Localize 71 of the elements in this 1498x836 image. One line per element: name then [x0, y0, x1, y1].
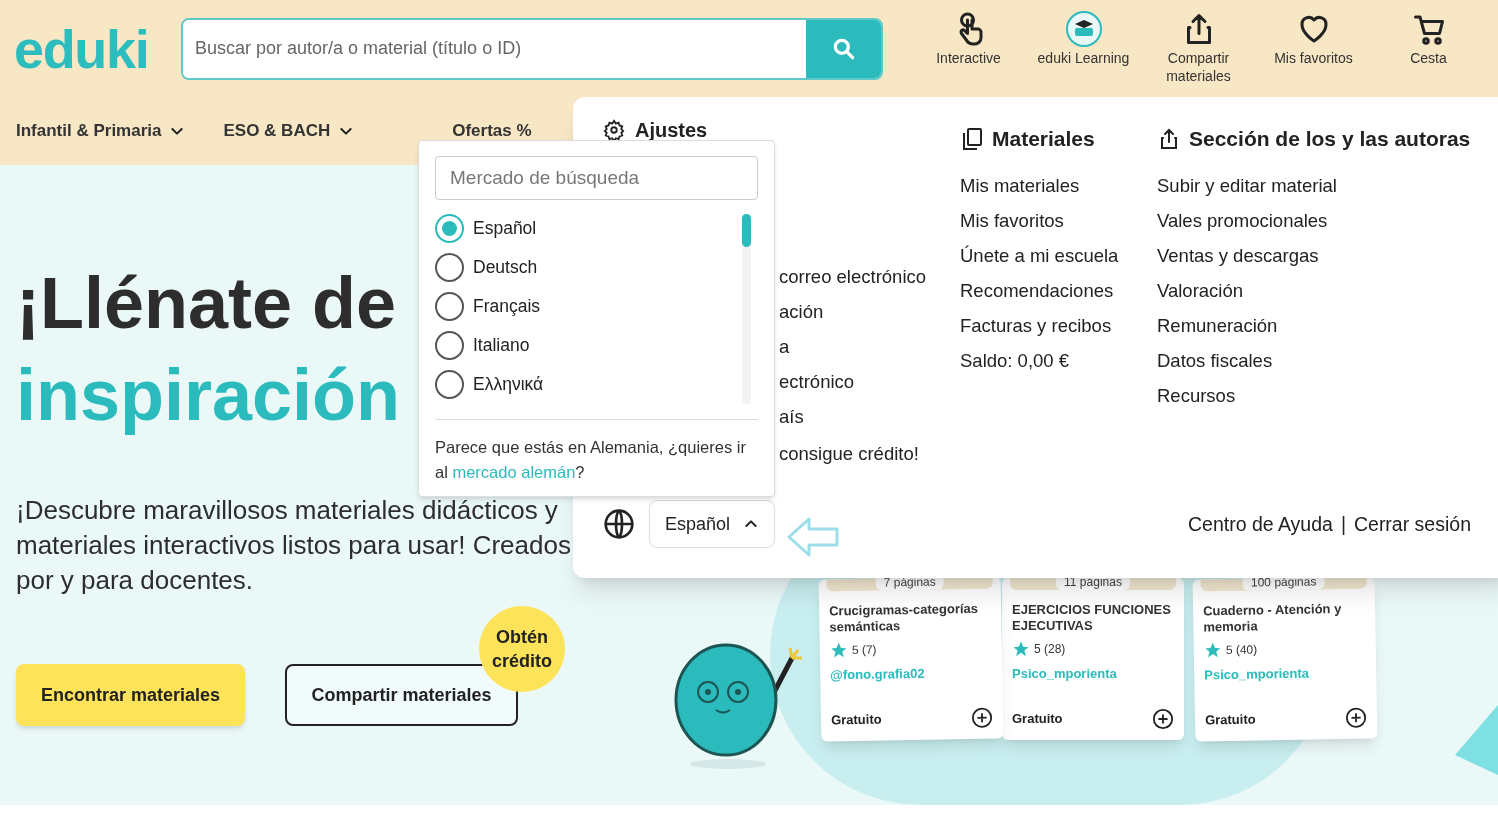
market-option[interactable]: Français	[435, 292, 742, 321]
menu-link[interactable]: Datos fiscales	[1157, 342, 1273, 378]
copy-icon	[960, 126, 984, 151]
rating-text: 5 (40)	[1225, 641, 1258, 660]
market-option[interactable]: Ελληνικά	[435, 370, 742, 399]
header-nav-link[interactable]: Mis favoritos	[1256, 10, 1371, 91]
menu-link[interactable]: consigue crédito!	[779, 436, 919, 471]
category-nav-link[interactable]: Ofertas %	[452, 118, 532, 144]
hero-title: inspiración	[16, 354, 401, 437]
card-title: Crucigramas-categorías semánticas	[829, 600, 980, 636]
menu-link[interactable]: Saldo: 0,00 €	[960, 342, 1070, 378]
market-option[interactable]: Español	[435, 214, 742, 243]
add-circle-icon[interactable]	[970, 706, 994, 729]
menu-link[interactable]: ectrónico	[779, 364, 855, 399]
search-field[interactable]: Buscar por autor/a o material (título o ID)	[181, 17, 883, 80]
market-search-field[interactable]: Mercado de búsqueda	[435, 156, 758, 200]
menu-link[interactable]: Subir y editar material	[1157, 167, 1337, 203]
price-text: Gratuito	[1204, 710, 1256, 730]
star-icon	[829, 641, 848, 660]
gear-icon	[603, 119, 625, 141]
market-option[interactable]: Deutsch	[435, 253, 742, 282]
star-icon	[1012, 640, 1030, 658]
star-icon	[1203, 641, 1222, 660]
card-title: Cuaderno - Atención y memoria	[1203, 600, 1343, 636]
menu-link[interactable]: Facturas y recibos	[960, 307, 1112, 343]
help-center-link[interactable]: Centro de Ayuda	[1187, 510, 1333, 540]
eduki-learning-logo-icon	[1065, 10, 1102, 47]
globe-icon	[603, 508, 635, 540]
header-nav-link[interactable]: Interactive	[911, 10, 1026, 91]
menu-link[interactable]: Recomendaciones	[960, 272, 1114, 308]
price-text: Gratuito	[1012, 710, 1063, 729]
menu-link[interactable]: Remuneración	[1157, 307, 1278, 343]
credit-badge: Obtén crédito	[479, 606, 565, 692]
menu-link[interactable]: Mis materiales	[960, 167, 1080, 203]
category-nav-link[interactable]: Infantil & Primaria	[16, 118, 186, 144]
language-select[interactable]: Español	[649, 500, 775, 548]
menu-link[interactable]: Mis favoritos	[960, 202, 1064, 238]
menu-link[interactable]: Vales promocionales	[1157, 202, 1328, 238]
market-option[interactable]: Italiano	[435, 331, 742, 360]
menu-section-title: Ajustes	[635, 119, 708, 141]
header-nav-link[interactable]: Cesta	[1371, 10, 1486, 91]
material-card[interactable]: 7 páginas Crucigramas-categorías semánticas 5 (7) @fono.grafia02 Gratuito	[818, 576, 1004, 742]
market-notice: Parece que estás en Alemania, ¿quieres ir al mercado alemán?	[435, 437, 747, 483]
header-nav-link[interactable]: Compartir materiales	[1141, 10, 1256, 91]
menu-link[interactable]: aís	[779, 399, 804, 434]
menu-section-title: Materiales	[992, 126, 1095, 152]
find-materials-button[interactable]: Encontrar materiales	[16, 664, 245, 726]
rating-text: 5 (7)	[851, 641, 877, 660]
link-separator: |	[1340, 512, 1346, 537]
material-card[interactable]: 100 páginas Cuaderno - Atención y memoria 5 (40) Psico_mporienta Gratuito	[1192, 576, 1378, 742]
triangle-decoration-icon	[1455, 705, 1498, 775]
card-title: EJERCICIOS FUNCIONES EJECUTIVAS	[1012, 602, 1172, 634]
hero-title: ¡Llénate de	[16, 262, 397, 345]
header-nav-link[interactable]: eduki Learning	[1026, 10, 1141, 91]
menu-link[interactable]: Valoración	[1157, 272, 1244, 308]
menu-link[interactable]: correo electrónico	[779, 259, 927, 294]
logout-link[interactable]: Cerrar sesión	[1353, 510, 1471, 540]
menu-link[interactable]: Únete a mi escuela	[960, 237, 1119, 273]
menu-section-title: Sección de los y las autoras	[1189, 126, 1471, 152]
add-circle-icon[interactable]	[1344, 706, 1368, 729]
rating-text: 5 (28)	[1034, 641, 1066, 658]
hero-description: ¡Descubre maravillosos materiales didácticos y materiales interactivos listos para usar! Creados por y para docentes.	[16, 494, 572, 597]
scrollbar[interactable]	[742, 214, 751, 404]
left-arrow-icon	[787, 516, 839, 558]
menu-link[interactable]: a	[779, 329, 790, 364]
menu-link[interactable]: Ventas y descargas	[1157, 237, 1319, 273]
category-nav-link[interactable]: ESO & BACH	[223, 118, 355, 144]
price-text: Gratuito	[830, 710, 882, 730]
menu-link[interactable]: ación	[779, 294, 824, 329]
menu-link[interactable]: Recursos	[1157, 377, 1236, 413]
add-circle-icon[interactable]	[1152, 708, 1174, 730]
